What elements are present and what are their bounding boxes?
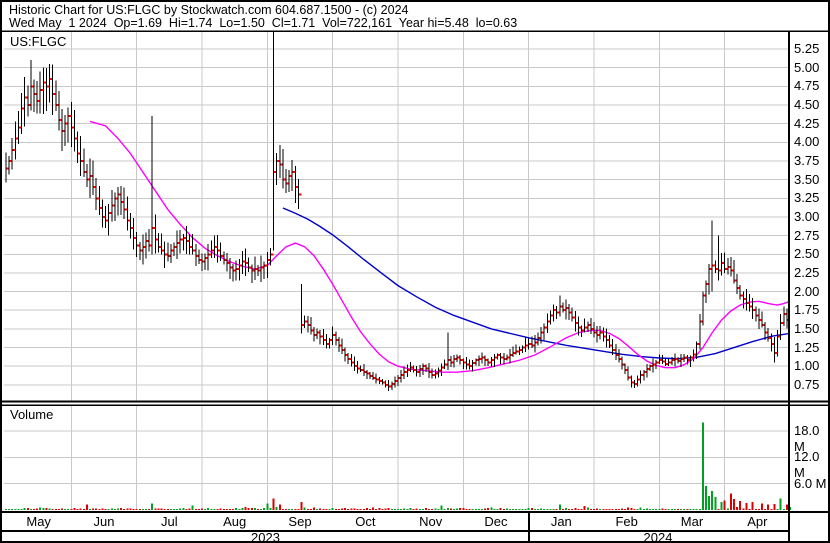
year-label: 2023: [251, 530, 280, 543]
price-tick-label: 2.25: [794, 264, 820, 280]
month-label: Oct: [355, 514, 376, 529]
month-label: Apr: [747, 514, 768, 529]
month-label: Nov: [419, 514, 443, 529]
month-label: Jun: [93, 514, 115, 529]
price-tick-label: 2.50: [794, 246, 820, 262]
price-tick-label: 1.00: [794, 358, 820, 374]
month-label: Dec: [484, 514, 508, 529]
price-tick-label: 3.25: [794, 190, 820, 206]
volume-panel-label: Volume: [10, 407, 54, 422]
month-label: Mar: [680, 514, 704, 529]
volume-tick-label: 6.0 M: [794, 475, 827, 491]
stock-chart-window: Historic Chart for US:FLGC by Stockwatch…: [0, 0, 830, 543]
price-volume-chart-canvas[interactable]: [2, 2, 828, 541]
price-tick-label: 0.75: [794, 376, 820, 392]
year-label: 2024: [643, 530, 673, 543]
price-tick-label: 3.00: [794, 208, 820, 224]
price-tick-label: 5.25: [794, 41, 820, 56]
price-tick-label: 1.25: [794, 339, 820, 355]
month-label: May: [26, 514, 51, 529]
price-tick-label: 1.50: [794, 320, 820, 336]
price-tick-label: 4.75: [794, 78, 820, 94]
price-tick-label: 2.00: [794, 283, 820, 299]
price-tick-label: 1.75: [794, 302, 820, 318]
price-tick-label: 4.25: [794, 115, 820, 131]
symbol-label: US:FLGC: [10, 34, 67, 49]
price-tick-label: 3.50: [794, 171, 820, 187]
price-tick-label: 4.00: [794, 134, 820, 150]
month-label: Aug: [223, 514, 247, 529]
month-label: Feb: [615, 514, 638, 529]
month-label: Jan: [550, 514, 572, 529]
price-tick-label: 3.75: [794, 152, 820, 168]
price-tick-label: 4.50: [794, 96, 820, 112]
month-label: Jul: [161, 514, 178, 529]
price-tick-label: 5.00: [794, 59, 820, 75]
price-tick-label: 2.75: [794, 227, 820, 243]
month-label: Sep: [288, 514, 312, 529]
